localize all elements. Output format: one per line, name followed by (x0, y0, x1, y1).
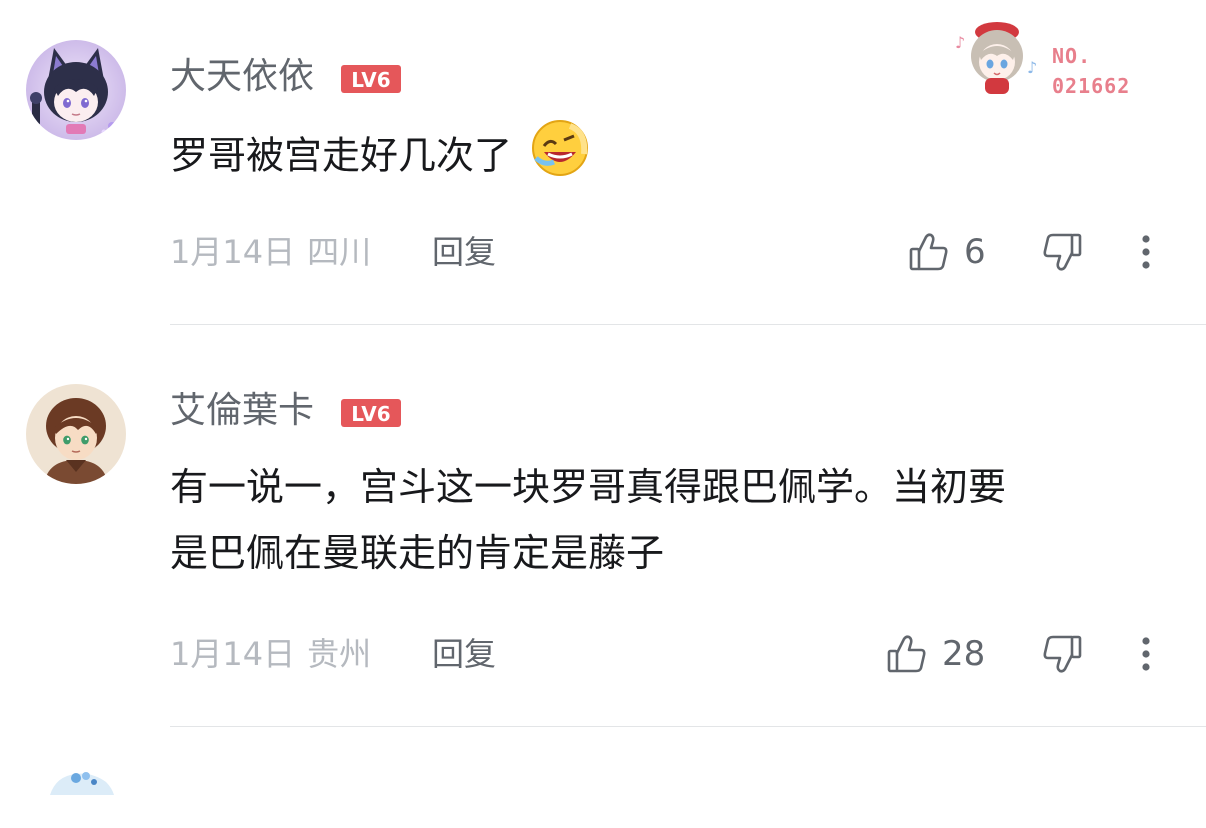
avatar[interactable] (26, 384, 126, 484)
thumb-up-icon (886, 633, 928, 675)
username[interactable]: 艾倫葉卡 (170, 389, 314, 433)
comment-item: 艾倫葉卡 LV6 有一说一，宫斗这一块罗哥真得跟巴佩学。当初要 是巴佩在曼联走的… (0, 326, 1206, 728)
svg-text:LV6: LV6 (351, 68, 390, 92)
more-vertical-icon (1141, 234, 1151, 270)
more-options-button[interactable] (1128, 228, 1164, 276)
like-count: 6 (964, 232, 986, 272)
dislike-button[interactable] (1040, 630, 1084, 678)
comment-location: 四川 (307, 233, 372, 271)
comment-text: 有一说一，宫斗这一块罗哥真得跟巴佩学。当初要 是巴佩在曼联走的肯定是藤子 (170, 454, 1170, 586)
divider (170, 726, 1206, 727)
fan-badge-label: NO. (1052, 44, 1092, 68)
grinning-squinting-face-icon (530, 118, 590, 198)
like-count: 28 (942, 634, 986, 674)
like-button[interactable]: 28 (886, 630, 985, 678)
avatar[interactable] (26, 40, 126, 140)
comment-text-content: 罗哥被宫走好几次了 (170, 133, 513, 178)
avatar[interactable] (46, 768, 118, 828)
comment-location: 贵州 (307, 635, 372, 673)
comment-date: 1月14日 (170, 233, 296, 271)
comment-meta: 1月14日 四川 (170, 228, 371, 276)
more-vertical-icon (1141, 636, 1151, 672)
comment-text-line: 有一说一，宫斗这一块罗哥真得跟巴佩学。当初要 (170, 465, 1007, 509)
svg-text:LV6: LV6 (351, 402, 390, 426)
thumb-down-icon (1041, 633, 1083, 675)
comment-meta: 1月14日 贵州 (170, 630, 371, 678)
svg-text:♪: ♪ (1027, 58, 1037, 77)
reply-button[interactable]: 回复 (432, 228, 496, 276)
username[interactable]: 大天依依 (170, 55, 314, 99)
comment-date: 1月14日 (170, 635, 296, 673)
thumb-down-icon (1041, 231, 1083, 273)
divider (170, 324, 1206, 325)
comment-text: 罗哥被宫走好几次了 (170, 118, 1170, 198)
reply-button[interactable]: 回复 (432, 630, 496, 678)
level-badge-lv6: LV6 (341, 65, 401, 93)
thumb-up-icon (908, 231, 950, 273)
like-button[interactable]: 6 (908, 228, 986, 276)
svg-text:♪: ♪ (955, 33, 965, 52)
comment-text-line: 是巴佩在曼联走的肯定是藤子 (170, 531, 665, 575)
dislike-button[interactable] (1040, 228, 1084, 276)
fan-badge-number: 021662 (1052, 74, 1131, 98)
comment-item: 大天依依 LV6 ♪ ♪ NO. 021662 罗哥被宫走好几次了 1月14日 … (0, 0, 1206, 326)
level-badge-lv6: LV6 (341, 399, 401, 427)
more-options-button[interactable] (1128, 630, 1164, 678)
